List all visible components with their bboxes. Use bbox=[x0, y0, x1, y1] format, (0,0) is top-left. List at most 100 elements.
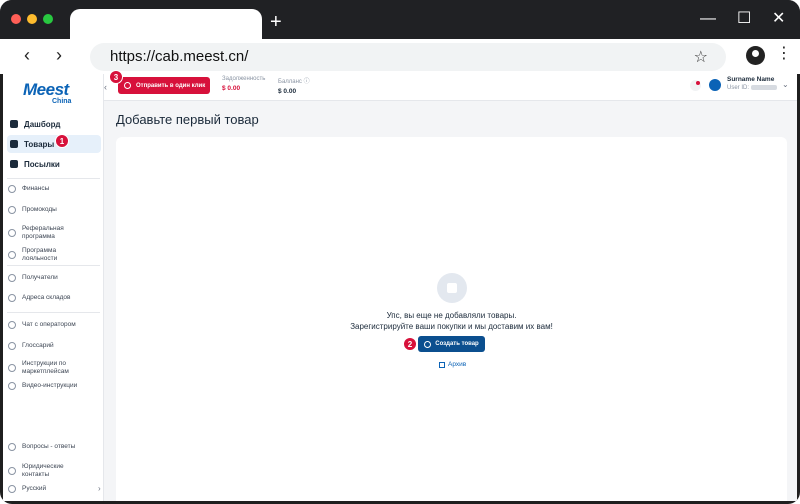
sidebar-item-finance[interactable]: Финансы bbox=[8, 185, 92, 193]
user-name[interactable]: Surname Name bbox=[727, 76, 774, 83]
sidebar-item-label: Адреса складов bbox=[22, 294, 71, 301]
sidebar-item-label: Инструкции по маркетплейсам bbox=[22, 360, 69, 375]
chevron-right-icon: › bbox=[98, 484, 101, 493]
sidebar-item-dashboard[interactable]: Дашборд bbox=[7, 115, 101, 133]
guide-icon bbox=[8, 364, 16, 372]
annotation-badge-3: 3 bbox=[109, 70, 123, 84]
help-icon bbox=[8, 443, 16, 451]
dashboard-icon bbox=[10, 120, 18, 128]
notification-icon[interactable] bbox=[690, 80, 701, 91]
logo-subtext: China bbox=[52, 98, 72, 105]
recipients-icon bbox=[8, 274, 16, 282]
sidebar-item-products[interactable]: Товары bbox=[7, 135, 101, 153]
back-icon[interactable]: ‹ bbox=[24, 46, 30, 64]
send-one-click-button[interactable]: Отправить в один клик bbox=[118, 77, 210, 94]
new-tab-icon[interactable]: + bbox=[270, 12, 282, 32]
browser-menu-icon[interactable]: ⋮ bbox=[776, 45, 792, 63]
sidebar-item-promocodes[interactable]: Промокоды bbox=[8, 206, 92, 214]
globe-icon bbox=[8, 484, 16, 493]
sidebar-divider bbox=[7, 312, 100, 313]
sidebar-item-faq[interactable]: Вопросы - ответы bbox=[8, 443, 92, 451]
archive-label: Архив bbox=[448, 361, 467, 368]
balance-label: Балланс ⓘ bbox=[278, 79, 310, 85]
sidebar-item-legal[interactable]: Юридические контакты bbox=[8, 463, 92, 479]
sidebar: Meest China Дашборд Товары Посылки Финан… bbox=[3, 74, 104, 501]
sidebar-item-parcels[interactable]: Посылки bbox=[7, 155, 101, 173]
annotation-badge-2: 2 bbox=[403, 337, 417, 351]
promo-icon bbox=[8, 206, 16, 214]
close-window-icon[interactable]: ✕ bbox=[772, 10, 785, 28]
annotation-badge-1: 1 bbox=[55, 134, 69, 148]
user-id-label: User ID: bbox=[727, 85, 750, 92]
finance-icon bbox=[8, 185, 16, 193]
empty-box-icon bbox=[437, 273, 467, 303]
sidebar-item-label: Программа лояльности bbox=[22, 247, 58, 262]
chevron-down-icon[interactable]: ⌄ bbox=[782, 80, 789, 89]
app-viewport: Meest China Дашборд Товары Посылки Финан… bbox=[3, 70, 797, 501]
profile-icon[interactable] bbox=[746, 46, 765, 65]
legal-icon bbox=[8, 467, 16, 475]
loyalty-icon bbox=[8, 251, 16, 259]
send-one-click-label: Отправить в один клик bbox=[136, 82, 206, 89]
sidebar-item-label: Глоссарий bbox=[22, 342, 54, 349]
sidebar-item-label: Дашборд bbox=[24, 119, 61, 129]
sidebar-item-glossary[interactable]: Глоссарий bbox=[8, 342, 92, 350]
sidebar-item-marketplace-guides[interactable]: Инструкции по маркетплейсам bbox=[8, 360, 92, 376]
sidebar-item-loyalty[interactable]: Программа лояльности bbox=[8, 247, 92, 263]
archive-link[interactable]: Архив bbox=[439, 361, 466, 368]
bookmark-star-icon[interactable]: ☆ bbox=[694, 47, 708, 67]
plus-circle-icon bbox=[424, 340, 432, 348]
meest-logo[interactable]: Meest China bbox=[23, 80, 71, 105]
sidebar-item-label: Промокоды bbox=[22, 206, 57, 213]
main-card: Упс, вы еще не добавляли товары. Зарегис… bbox=[116, 137, 787, 501]
sidebar-item-chat[interactable]: Чат с оператором bbox=[8, 321, 92, 329]
debt-value: $ 0.00 bbox=[222, 85, 241, 92]
send-icon bbox=[124, 82, 131, 89]
balance-stat: Балланс ⓘ $ 0.00 bbox=[278, 76, 310, 95]
sidebar-item-label: Финансы bbox=[22, 185, 50, 192]
browser-window: + — ☐ ✕ ‹ › https://cab.meest.cn/ ☆ ⋮ Me… bbox=[0, 0, 800, 504]
browser-tab[interactable] bbox=[70, 9, 262, 39]
sidebar-item-recipients[interactable]: Получатели bbox=[8, 274, 92, 282]
minimize-dot[interactable] bbox=[27, 14, 37, 24]
url-text: https://cab.meest.cn/ bbox=[110, 48, 249, 65]
glossary-icon bbox=[8, 342, 16, 350]
empty-message-line1: Упс, вы еще не добавляли товары. bbox=[386, 311, 517, 320]
address-bar-row: ‹ › https://cab.meest.cn/ ☆ ⋮ bbox=[0, 39, 800, 74]
debt-stat: Задолженность $ 0.00 bbox=[222, 76, 265, 92]
user-avatar[interactable] bbox=[709, 79, 721, 91]
top-bar: ‹ Отправить в один клик Задолженность $ … bbox=[104, 70, 797, 101]
sidebar-divider bbox=[7, 265, 100, 266]
location-icon bbox=[8, 294, 16, 302]
create-product-button[interactable]: Создать товар bbox=[418, 336, 485, 352]
sidebar-item-label: Чат с оператором bbox=[22, 321, 76, 328]
minimize-icon[interactable]: — bbox=[700, 10, 716, 28]
sidebar-item-warehouses[interactable]: Адреса складов bbox=[8, 294, 92, 302]
archive-icon bbox=[439, 361, 445, 368]
sidebar-item-referral[interactable]: Реферальная программа bbox=[8, 225, 92, 241]
debt-label: Задолженность bbox=[222, 76, 266, 82]
sidebar-item-video-guides[interactable]: Видео-инструкции bbox=[8, 382, 92, 390]
sidebar-item-label: Вопросы - ответы bbox=[22, 443, 76, 450]
user-id-redacted bbox=[750, 85, 777, 90]
zoom-dot[interactable] bbox=[43, 14, 53, 24]
chat-icon bbox=[8, 321, 16, 329]
url-field[interactable]: https://cab.meest.cn/ ☆ bbox=[90, 43, 726, 71]
collapse-sidebar-icon[interactable]: ‹ bbox=[104, 82, 107, 92]
maximize-icon[interactable]: ☐ bbox=[737, 10, 751, 28]
sidebar-item-label: Получатели bbox=[22, 274, 58, 281]
sidebar-item-label: Видео-инструкции bbox=[22, 382, 78, 389]
create-product-label: Создать товар bbox=[435, 341, 479, 347]
close-dot[interactable] bbox=[11, 14, 21, 24]
window-dots bbox=[11, 14, 53, 24]
referral-icon bbox=[8, 229, 16, 237]
parcel-icon bbox=[10, 160, 18, 168]
sidebar-item-label: Товары bbox=[24, 139, 55, 149]
language-select[interactable]: Русский › bbox=[8, 484, 101, 493]
forward-icon[interactable]: › bbox=[56, 46, 62, 64]
logo-text: Meest bbox=[23, 80, 69, 99]
sidebar-item-label: Реферальная программа bbox=[22, 225, 64, 240]
sidebar-item-label: Юридические контакты bbox=[22, 463, 64, 478]
video-icon bbox=[8, 382, 16, 390]
sidebar-item-label: Посылки bbox=[24, 159, 60, 169]
